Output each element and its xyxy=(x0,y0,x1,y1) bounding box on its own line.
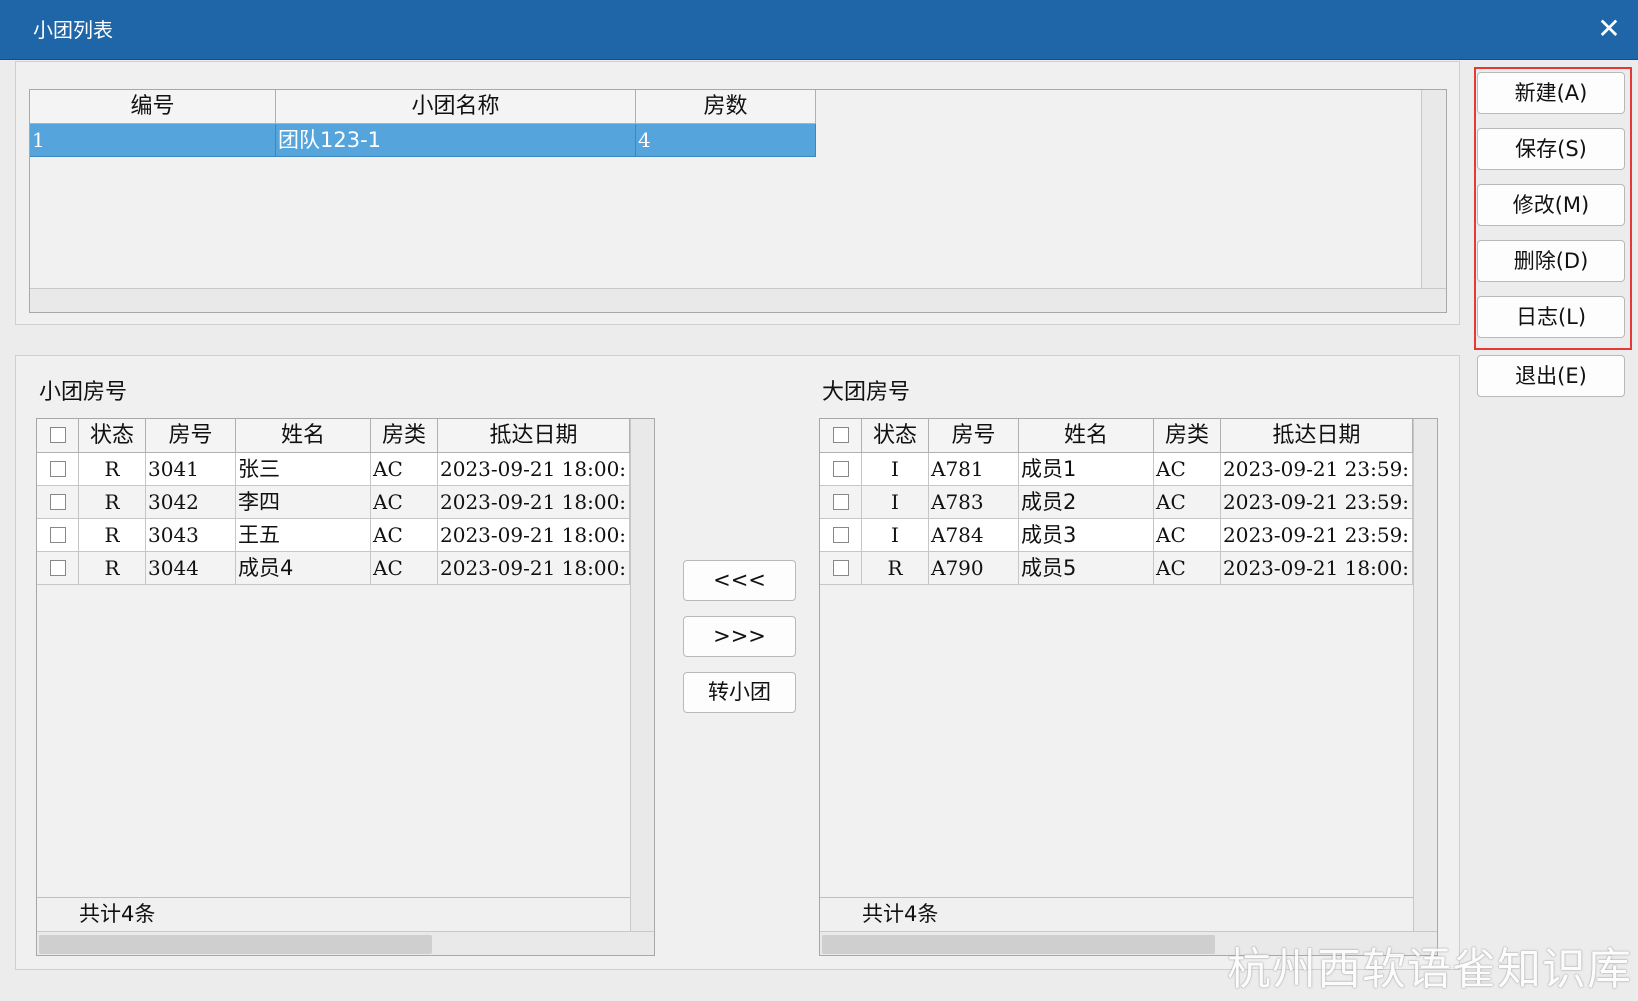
vertical-scrollbar[interactable] xyxy=(630,419,654,931)
column-header-arrival[interactable]: 抵达日期 xyxy=(1221,419,1413,453)
big-group-title: 大团房号 xyxy=(822,380,911,405)
row-checkbox[interactable] xyxy=(820,552,862,585)
subgroup-table: 编号 小团名称 房数 1 团队123-1 4 xyxy=(29,89,1447,313)
big-group-table: 状态 房号 姓名 房类 抵达日期 I A781 成员1 AC 2023-09-2… xyxy=(819,418,1438,956)
cell-guest-name: 成员1 xyxy=(1019,453,1154,486)
small-group-table: 状态 房号 姓名 房类 抵达日期 R 3041 张三 AC 2023-09-21… xyxy=(36,418,655,956)
cell-room-type: AC xyxy=(1154,453,1221,486)
cell-room: 3044 xyxy=(146,552,236,585)
cell-status: R xyxy=(79,486,146,519)
cell-guest-name: 成员3 xyxy=(1019,519,1154,552)
cell-arrival: 2023-09-21 18:00: xyxy=(438,453,630,486)
column-header-arrival[interactable]: 抵达日期 xyxy=(438,419,630,453)
exit-button[interactable]: 退出(E) xyxy=(1477,355,1625,397)
select-all-checkbox[interactable] xyxy=(820,419,862,453)
cell-room-type: AC xyxy=(1154,552,1221,585)
select-all-checkbox[interactable] xyxy=(37,419,79,453)
cell-status: I xyxy=(862,453,929,486)
cell-arrival: 2023-09-21 18:00: xyxy=(438,486,630,519)
row-checkbox[interactable] xyxy=(37,486,79,519)
row-checkbox[interactable] xyxy=(820,519,862,552)
subgroup-panel: 编号 小团名称 房数 1 团队123-1 4 xyxy=(15,61,1460,325)
cell-room-type: AC xyxy=(371,486,438,519)
cell-room: A783 xyxy=(929,486,1019,519)
cell-guest-name: 成员2 xyxy=(1019,486,1154,519)
move-to-big-group-button[interactable]: >>> xyxy=(683,616,796,657)
cell-room: 3043 xyxy=(146,519,236,552)
cell-guest-name: 王五 xyxy=(236,519,371,552)
column-header-status[interactable]: 状态 xyxy=(862,419,929,453)
column-header-room-type[interactable]: 房类 xyxy=(371,419,438,453)
cell-guest-name: 成员5 xyxy=(1019,552,1154,585)
small-group-title: 小团房号 xyxy=(39,380,128,405)
column-header-room[interactable]: 房号 xyxy=(929,419,1019,453)
cell-name: 团队123-1 xyxy=(276,124,636,157)
cell-room-type: AC xyxy=(371,453,438,486)
record-count-label: 共计4条 xyxy=(79,902,156,926)
column-header-rooms[interactable]: 房数 xyxy=(636,90,816,124)
cell-guest-name: 李四 xyxy=(236,486,371,519)
cell-rooms: 4 xyxy=(636,124,816,157)
cell-arrival: 2023-09-21 18:00: xyxy=(438,552,630,585)
move-to-small-group-button[interactable]: <<< xyxy=(683,560,796,601)
cell-arrival: 2023-09-21 18:00: xyxy=(1221,552,1413,585)
close-icon[interactable]: ✕ xyxy=(1594,14,1624,44)
row-checkbox[interactable] xyxy=(820,486,862,519)
record-count: 共计4条 xyxy=(37,897,630,930)
scrollbar-thumb[interactable] xyxy=(39,935,432,954)
cell-status: R xyxy=(79,453,146,486)
cell-status: I xyxy=(862,519,929,552)
column-header-id[interactable]: 编号 xyxy=(30,90,276,124)
highlight-box xyxy=(1474,67,1632,350)
column-header-room-type[interactable]: 房类 xyxy=(1154,419,1221,453)
title-bar: 小团列表 ✕ xyxy=(0,0,1638,60)
convert-to-small-group-button[interactable]: 转小团 xyxy=(683,672,796,713)
cell-room: 3041 xyxy=(146,453,236,486)
cell-status: R xyxy=(79,519,146,552)
cell-status: R xyxy=(79,552,146,585)
vertical-scrollbar[interactable] xyxy=(1413,419,1437,931)
cell-arrival: 2023-09-21 23:59: xyxy=(1221,519,1413,552)
column-header-guest-name[interactable]: 姓名 xyxy=(236,419,371,453)
watermark: 杭州西软语雀知识库 xyxy=(1227,944,1632,995)
record-count-label: 共计4条 xyxy=(862,902,939,926)
cell-status: I xyxy=(862,486,929,519)
vertical-scrollbar[interactable] xyxy=(1421,90,1446,288)
cell-status: R xyxy=(862,552,929,585)
scrollbar-thumb[interactable] xyxy=(822,935,1215,954)
cell-arrival: 2023-09-21 23:59: xyxy=(1221,486,1413,519)
row-checkbox[interactable] xyxy=(820,453,862,486)
window-title: 小团列表 xyxy=(33,18,113,42)
row-checkbox[interactable] xyxy=(37,453,79,486)
row-checkbox[interactable] xyxy=(37,552,79,585)
column-header-status[interactable]: 状态 xyxy=(79,419,146,453)
cell-room: A781 xyxy=(929,453,1019,486)
horizontal-scrollbar[interactable] xyxy=(37,931,654,955)
column-header-name[interactable]: 小团名称 xyxy=(276,90,636,124)
horizontal-scrollbar[interactable] xyxy=(30,288,1446,312)
cell-arrival: 2023-09-21 18:00: xyxy=(438,519,630,552)
row-checkbox[interactable] xyxy=(37,519,79,552)
cell-room-type: AC xyxy=(371,519,438,552)
cell-room-type: AC xyxy=(1154,486,1221,519)
record-count: 共计4条 xyxy=(820,897,1413,930)
cell-room-type: AC xyxy=(371,552,438,585)
cell-room: 3042 xyxy=(146,486,236,519)
column-header-room[interactable]: 房号 xyxy=(146,419,236,453)
column-header-guest-name[interactable]: 姓名 xyxy=(1019,419,1154,453)
cell-room-type: AC xyxy=(1154,519,1221,552)
cell-guest-name: 张三 xyxy=(236,453,371,486)
cell-room: A790 xyxy=(929,552,1019,585)
cell-room: A784 xyxy=(929,519,1019,552)
cell-guest-name: 成员4 xyxy=(236,552,371,585)
cell-arrival: 2023-09-21 23:59: xyxy=(1221,453,1413,486)
cell-id: 1 xyxy=(30,124,276,157)
